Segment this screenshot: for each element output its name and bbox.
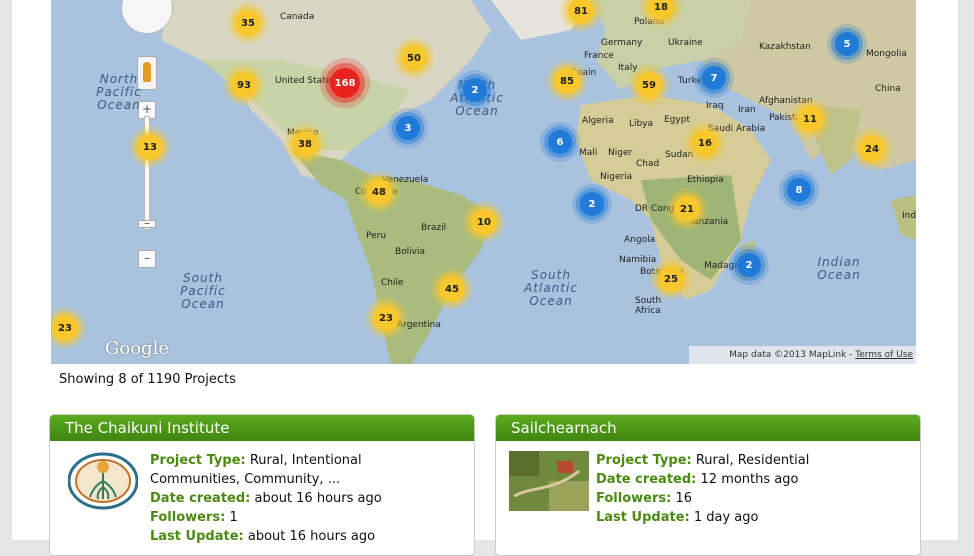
country-label: Algeria (582, 116, 614, 126)
map-cluster-marker[interactable]: 11 (797, 106, 823, 132)
map-cluster-marker[interactable]: 45 (439, 276, 465, 302)
project-card-title[interactable]: The Chaikuni Institute (50, 415, 474, 441)
country-label: Peru (366, 231, 387, 241)
date-created: 12 months ago (700, 472, 799, 487)
followers-count: 1 (229, 510, 238, 525)
country-label: Italy (618, 63, 638, 73)
country-label: Germany (601, 38, 643, 48)
country-label: Brazil (421, 223, 447, 233)
zoom-slider-handle[interactable]: – (138, 217, 156, 229)
country-label: Namibia (619, 255, 657, 265)
country-label: Kazakhstan (759, 42, 811, 52)
map-attribution: Map data ©2013 MapLink - Terms of Use (689, 346, 916, 364)
country-label: Argentina (397, 320, 441, 330)
country-label: Nigeria (600, 172, 633, 182)
country-label: Iraq (706, 101, 724, 111)
project-map[interactable]: + – – Canada United States Mexico Venezu… (51, 0, 916, 364)
map-cluster-marker[interactable]: 38 (292, 131, 318, 157)
results-count: Showing 8 of 1190 Projects (59, 372, 236, 387)
project-card-title[interactable]: Sailchearnach (496, 415, 920, 441)
project-card[interactable]: Sailchearnach Project Type: Rural, Resid… (495, 414, 921, 556)
country-label: Mongolia (866, 49, 907, 59)
map-cluster-marker[interactable]: 48 (366, 179, 392, 205)
map-cluster-marker[interactable]: 59 (636, 72, 662, 98)
ocean-label: North Pacific Ocean (96, 72, 142, 112)
country-label: Niger (608, 148, 633, 158)
project-type: Rural, Residential (695, 453, 810, 468)
project-logo-icon (68, 452, 138, 510)
followers-count: 16 (675, 491, 692, 506)
map-cluster-marker[interactable]: 16 (692, 130, 718, 156)
country-label: Mali (579, 148, 598, 158)
ocean-label: Indian Ocean (817, 255, 861, 282)
project-photo (509, 451, 589, 511)
map-cluster-marker[interactable]: 2 (463, 78, 487, 102)
map-cluster-marker[interactable]: 24 (859, 136, 885, 162)
project-card-details: Project Type: Rural, Intentional Communi… (150, 453, 382, 544)
country-label: Afghanistan (759, 96, 813, 106)
map-cluster-marker[interactable]: 168 (330, 68, 360, 98)
map-cluster-marker[interactable]: 2 (580, 192, 604, 216)
map-cluster-marker[interactable]: 35 (235, 10, 261, 36)
country-label: Canada (280, 12, 315, 22)
map-cluster-marker[interactable]: 13 (137, 134, 163, 160)
map-cluster-marker[interactable]: 23 (52, 315, 78, 341)
country-label: Egypt (664, 115, 690, 125)
country-label: China (875, 84, 901, 94)
country-label: Chad (636, 159, 660, 169)
map-cluster-marker[interactable]: 21 (674, 196, 700, 222)
country-label: Iran (738, 105, 756, 115)
google-logo: Google (105, 338, 169, 359)
country-label: France (584, 51, 614, 61)
country-label: Angola (624, 235, 656, 245)
country-label: Libya (629, 119, 654, 129)
map-cluster-marker[interactable]: 6 (548, 130, 572, 154)
country-label: United States (275, 76, 336, 86)
ocean-label: South Pacific Ocean (180, 271, 226, 311)
ocean-label: South Atlantic Ocean (524, 268, 578, 308)
country-label: Sudan (665, 150, 694, 160)
map-cluster-marker[interactable]: 10 (471, 209, 497, 235)
project-card[interactable]: The Chaikuni Institute Project Type: Rur… (49, 414, 475, 556)
project-card-details: Project Type: Rural, Residential Date cr… (596, 453, 810, 525)
map-cluster-marker[interactable]: 7 (702, 66, 726, 90)
terms-of-use-link[interactable]: Terms of Use (855, 350, 913, 360)
country-label: Ethiopia (687, 175, 724, 185)
map-cluster-marker[interactable]: 5 (835, 32, 859, 56)
country-label: Bolivia (395, 247, 426, 257)
country-label: Saudi Arabia (708, 124, 766, 134)
map-cluster-marker[interactable]: 93 (231, 72, 257, 98)
map-cluster-marker[interactable]: 50 (401, 45, 427, 71)
map-cluster-marker[interactable]: 3 (396, 116, 420, 140)
last-update: 1 day ago (693, 510, 759, 525)
zoom-out-button[interactable]: – (138, 250, 156, 268)
country-label: Ukraine (668, 38, 703, 48)
map-cluster-marker[interactable]: 85 (554, 68, 580, 94)
map-cluster-marker[interactable]: 8 (787, 178, 811, 202)
date-created: about 16 hours ago (254, 491, 382, 506)
last-update: about 16 hours ago (247, 529, 376, 544)
country-label: India (902, 211, 916, 221)
country-label: South Africa (635, 296, 662, 316)
country-label: Chile (381, 278, 404, 288)
map-cluster-marker[interactable]: 23 (373, 305, 399, 331)
map-cluster-marker[interactable]: 2 (737, 253, 761, 277)
map-cluster-marker[interactable]: 25 (658, 266, 684, 292)
